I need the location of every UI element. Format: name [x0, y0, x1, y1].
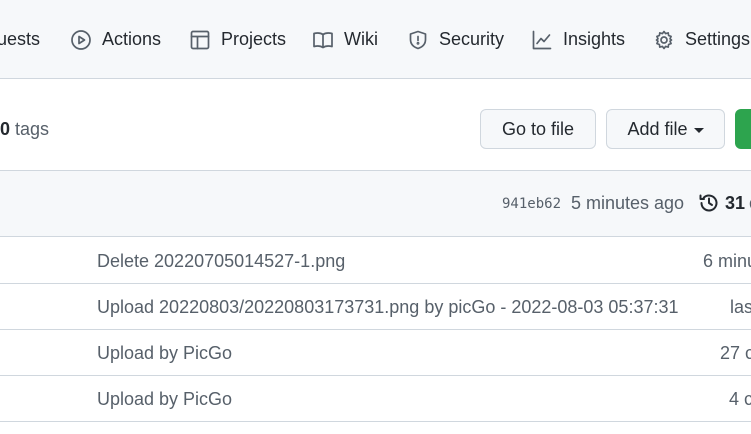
commit-sha-link[interactable]: 941eb62: [502, 196, 561, 212]
commit-age: 4 c: [729, 389, 751, 409]
caret-down-icon: [693, 127, 704, 133]
code-button[interactable]: [735, 109, 751, 149]
commit-message-link[interactable]: Upload by PicGo: [97, 389, 232, 410]
history-icon: [699, 194, 718, 212]
commit-history-link[interactable]: 31 c: [698, 192, 751, 214]
tab-label: Settings: [685, 29, 751, 49]
commit-age: 6 minu: [703, 251, 751, 271]
commit-message-link[interactable]: Delete 20220705014527-1.png: [97, 251, 345, 272]
book-icon: [312, 29, 334, 51]
table-row: Upload by PicGo 4 c: [0, 376, 751, 422]
tab-actions[interactable]: Actions: [70, 0, 161, 79]
tab-label: Projects: [221, 29, 287, 49]
tags-link[interactable]: 0 tags: [0, 119, 49, 140]
tab-insights[interactable]: Insights: [531, 0, 625, 79]
commit-time: 5 minutes ago: [571, 193, 685, 213]
table-row: Upload 20220803/20220803173731.png by pi…: [0, 284, 751, 330]
tab-wiki[interactable]: Wiki: [312, 0, 378, 79]
shield-icon: [407, 29, 429, 51]
commit-message-link[interactable]: Upload 20220803/20220803173731.png by pi…: [97, 297, 678, 318]
go-to-file-label: Go to file: [501, 118, 575, 139]
graph-icon: [531, 29, 553, 51]
tab-security[interactable]: Security: [407, 0, 504, 79]
gear-icon: [653, 29, 675, 51]
tag-label: tags: [15, 119, 50, 139]
commit-message-link[interactable]: Upload by PicGo: [97, 343, 232, 364]
repo-nav: uests Actions Projects Wiki Security Ins…: [0, 0, 751, 79]
add-file-label: Add file: [627, 118, 688, 139]
tab-projects[interactable]: Projects: [189, 0, 286, 79]
tab-label: uests: [0, 29, 41, 49]
play-icon: [70, 29, 92, 51]
tab-pull-requests[interactable]: uests: [0, 0, 40, 79]
tag-count: 0: [0, 119, 11, 139]
add-file-button[interactable]: Add file: [606, 109, 725, 149]
tab-label: Actions: [102, 29, 162, 49]
table-row: Delete 20220705014527-1.png 6 minu: [0, 238, 751, 284]
table-row: Upload by PicGo 27 c: [0, 330, 751, 376]
tab-settings[interactable]: Settings: [653, 0, 750, 79]
commit-age: 27 c: [720, 343, 751, 363]
tab-label: Wiki: [344, 29, 378, 49]
go-to-file-button[interactable]: Go to file: [480, 109, 596, 149]
tab-label: Security: [439, 29, 505, 49]
tab-label: Insights: [563, 29, 626, 49]
table-icon: [189, 29, 211, 51]
commit-count: 31: [725, 192, 746, 213]
commit-age: las: [730, 297, 751, 317]
